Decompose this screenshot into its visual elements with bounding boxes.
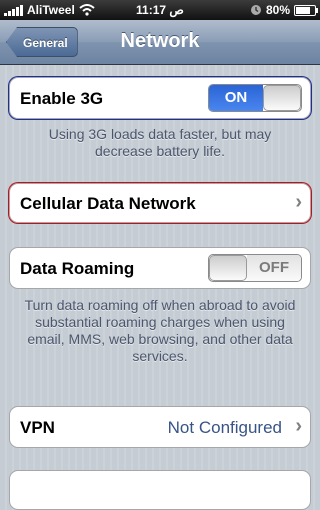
switch-knob[interactable] (263, 85, 301, 111)
chevron-right-icon: › (295, 415, 302, 437)
data-roaming-label: Data Roaming (20, 259, 135, 278)
switch-knob[interactable] (209, 255, 247, 281)
vpn-value: Not Configured (167, 418, 282, 437)
chevron-right-icon: › (295, 191, 302, 213)
enable-3g-switch[interactable]: ON (208, 84, 302, 112)
lock-icon (250, 5, 261, 15)
data-roaming-switch[interactable]: OFF (208, 254, 302, 282)
switch-on-text: ON (209, 85, 263, 111)
next-row-partial[interactable] (9, 470, 311, 510)
status-bar: AliTweel 11:17 ص 80% (0, 0, 320, 20)
cellular-data-network-row[interactable]: Cellular Data Network › (9, 183, 311, 223)
data-roaming-footnote: Turn data roaming off when abroad to avo… (24, 297, 296, 364)
enable-3g-label: Enable 3G (20, 89, 104, 108)
enable-3g-footnote: Using 3G loads data faster, but may decr… (48, 126, 272, 159)
data-roaming-row[interactable]: Data Roaming OFF (9, 247, 311, 289)
navigation-bar: Network General (0, 20, 320, 65)
vpn-row[interactable]: VPN Not Configured › (9, 406, 311, 448)
battery-percent: 80% (265, 3, 290, 17)
status-right: 80% (250, 3, 318, 17)
battery-icon (294, 4, 318, 16)
switch-off-text: OFF (247, 255, 301, 281)
vpn-label: VPN (20, 418, 55, 437)
back-button[interactable]: General (6, 27, 78, 57)
enable-3g-row[interactable]: Enable 3G ON (9, 77, 311, 119)
cellular-data-network-label: Cellular Data Network (20, 194, 196, 213)
